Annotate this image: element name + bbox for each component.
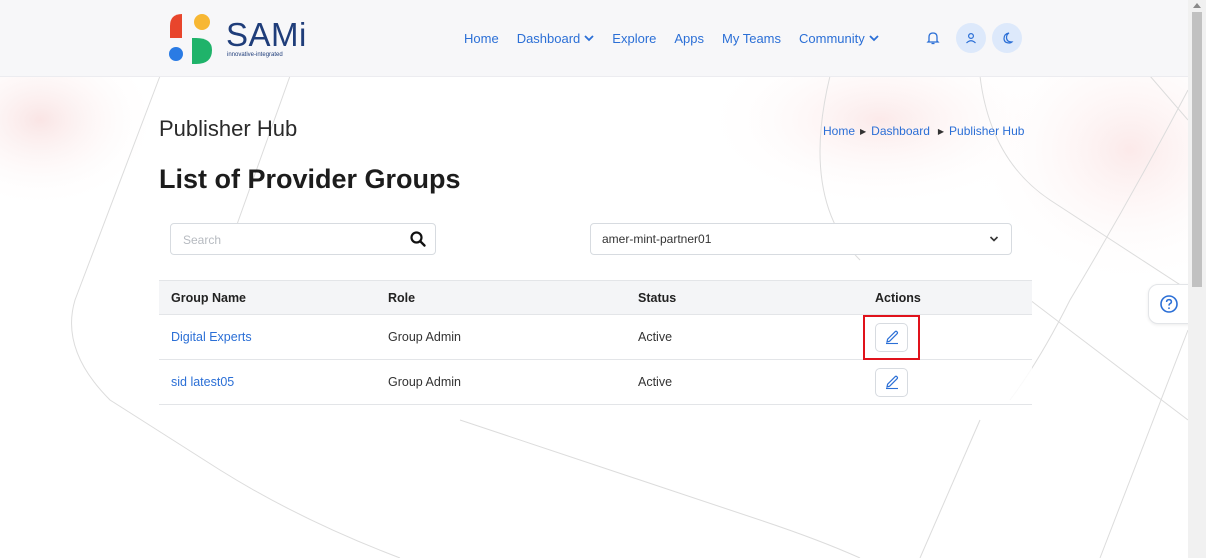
nav-icon-group [918, 23, 1028, 53]
nav-community-label: Community [799, 30, 865, 46]
group-role: Group Admin [388, 330, 461, 344]
group-status: Active [638, 330, 673, 344]
logo-brand-text: SAMi [226, 16, 307, 53]
edit-button[interactable] [875, 367, 908, 397]
header-group-name: Group Name [171, 290, 247, 305]
header-role: Role [388, 290, 416, 305]
pencil-icon [885, 375, 898, 390]
logo-tagline: innovative-integrated [227, 52, 283, 58]
table-row: Digital Experts Group Admin Active [159, 314, 1032, 360]
search-box [170, 223, 436, 255]
breadcrumb: Home ▶ Dashboard ▶ Publisher Hub [823, 124, 1024, 138]
nav-home[interactable]: Home [464, 31, 499, 46]
section-title: List of Provider Groups [159, 164, 461, 194]
nav-my-teams-label: My Teams [722, 30, 782, 46]
table-row: sid latest05 Group Admin Active [159, 360, 1032, 405]
search-icon [410, 231, 426, 247]
theme-toggle-button[interactable] [992, 23, 1022, 53]
nav-home-label: Home [464, 30, 499, 46]
breadcrumb-separator-icon: ▶ [937, 126, 945, 136]
page-title: Publisher Hub [159, 116, 298, 141]
chevron-down-icon [989, 236, 999, 242]
main-nav: Home Dashboard Explore Apps My Teams Com… [464, 0, 897, 76]
group-status: Active [638, 375, 673, 389]
edit-button[interactable] [863, 314, 920, 360]
header-actions: Actions [875, 290, 921, 305]
logo-mark-icon [169, 14, 212, 64]
moon-icon [1003, 32, 1014, 44]
breadcrumb-separator-icon: ▶ [860, 126, 867, 136]
nav-my-teams[interactable]: My Teams [722, 31, 781, 46]
scroll-up-icon[interactable] [1193, 3, 1201, 8]
page-scrollbar[interactable] [1188, 0, 1206, 558]
bell-icon [926, 32, 940, 45]
user-icon [966, 32, 976, 44]
partner-select[interactable]: amer-mint-partner01 [590, 223, 1012, 255]
main-content: Publisher Hub Home ▶ Dashboard ▶ Publish… [0, 0, 1188, 558]
nav-dashboard[interactable]: Dashboard [517, 31, 595, 46]
search-button[interactable] [409, 230, 427, 253]
group-role: Group Admin [388, 375, 461, 389]
provider-groups-table: Group Name Role Status Actions Digital E… [159, 280, 1032, 405]
notifications-button[interactable] [918, 23, 948, 53]
top-navbar: SAMi innovative-integrated Home Dashboar… [0, 0, 1188, 77]
nav-explore[interactable]: Explore [612, 31, 656, 46]
breadcrumb-dashboard[interactable]: Dashboard [871, 124, 930, 138]
chevron-down-icon [584, 35, 594, 42]
nav-community[interactable]: Community [799, 31, 879, 46]
profile-button[interactable] [956, 23, 986, 53]
sami-logo[interactable]: SAMi innovative-integrated [166, 12, 316, 66]
question-circle-icon [1160, 295, 1178, 313]
header-status: Status [638, 290, 677, 305]
group-name-link[interactable]: Digital Experts [171, 330, 252, 344]
partner-select-value: amer-mint-partner01 [602, 232, 712, 246]
breadcrumb-home[interactable]: Home [823, 124, 855, 138]
search-input[interactable] [181, 225, 405, 255]
table-header: Group Name Role Status Actions [159, 280, 1032, 315]
scrollbar-thumb[interactable] [1192, 12, 1202, 287]
nav-apps[interactable]: Apps [674, 31, 704, 46]
nav-explore-label: Explore [612, 30, 657, 46]
breadcrumb-publisher-hub[interactable]: Publisher Hub [949, 124, 1024, 138]
nav-dashboard-label: Dashboard [516, 30, 581, 46]
nav-apps-label: Apps [674, 30, 705, 46]
group-name-link[interactable]: sid latest05 [171, 375, 234, 389]
pencil-icon [885, 330, 898, 345]
chevron-down-icon [869, 35, 879, 42]
